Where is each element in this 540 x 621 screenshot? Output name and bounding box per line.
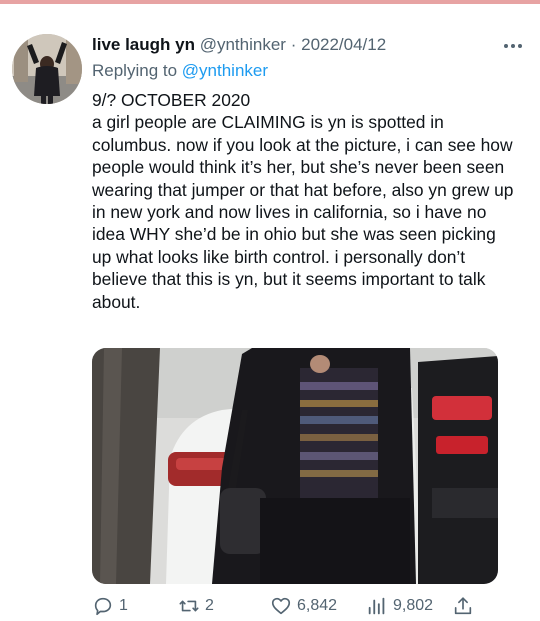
- share-icon: [452, 595, 474, 617]
- reply-count: 1: [119, 597, 128, 614]
- views-button[interactable]: 9,802: [366, 594, 433, 618]
- avatar-photo: [12, 34, 82, 104]
- share-button[interactable]: [452, 594, 474, 618]
- replying-to-mention[interactable]: @ynthinker: [182, 61, 268, 80]
- photo-image: [92, 348, 498, 584]
- tweet[interactable]: live laugh yn @ynthinker · 2022/04/12 Re…: [0, 4, 540, 621]
- more-icon[interactable]: [498, 36, 528, 56]
- reply-button[interactable]: 1: [92, 594, 128, 618]
- tweet-text: 9/? OCTOBER 2020 a girl people are CLAIM…: [92, 89, 517, 313]
- tweet-photo[interactable]: [92, 348, 498, 584]
- user-handle[interactable]: @ynthinker: [200, 35, 286, 54]
- tweet-text-line: 9/? OCTOBER 2020: [92, 90, 251, 110]
- display-name[interactable]: live laugh yn: [92, 35, 195, 54]
- heart-icon: [270, 595, 292, 617]
- replying-to: Replying to @ynthinker: [92, 60, 268, 82]
- like-button[interactable]: 6,842: [270, 594, 337, 618]
- like-count: 6,842: [297, 597, 338, 614]
- tweet-date[interactable]: 2022/04/12: [301, 35, 386, 54]
- tweet-actions: 1 2 6,842 9,802: [92, 594, 492, 620]
- separator-dot: ·: [290, 35, 297, 54]
- views-icon: [366, 595, 388, 617]
- retweet-button[interactable]: 2: [178, 594, 214, 618]
- tweet-header: live laugh yn @ynthinker · 2022/04/12: [92, 34, 492, 56]
- avatar[interactable]: [12, 34, 82, 104]
- reply-icon: [92, 595, 114, 617]
- retweet-count: 2: [205, 597, 214, 614]
- view-count: 9,802: [393, 597, 434, 614]
- retweet-icon: [178, 595, 200, 617]
- tweet-text-line: a girl people are CLAIMING is yn is spot…: [92, 112, 514, 312]
- replying-to-label: Replying to: [92, 61, 178, 80]
